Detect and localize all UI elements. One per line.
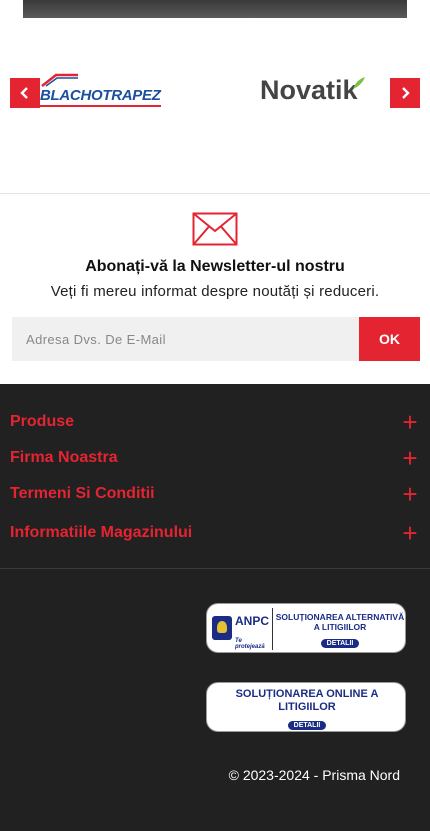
chevron-left-icon bbox=[20, 87, 28, 99]
sal-details-button[interactable]: DETALII bbox=[320, 639, 360, 648]
plus-icon[interactable]: + bbox=[400, 445, 420, 471]
banner-image bbox=[23, 0, 407, 18]
newsletter-title: Abonați-vă la Newsletter-ul nostru bbox=[85, 258, 345, 275]
email-input[interactable] bbox=[12, 317, 359, 361]
brand-label: Novatik bbox=[260, 74, 358, 105]
carousel-next-button[interactable] bbox=[390, 78, 420, 108]
anpc-tagline: Te protejează bbox=[235, 638, 265, 650]
newsletter-section: Abonați-vă la Newsletter-ul nostru Veți … bbox=[0, 194, 430, 384]
footer-section-informatii[interactable]: Informatiile Magazinului + bbox=[10, 520, 420, 546]
plus-icon[interactable]: + bbox=[400, 520, 420, 546]
footer-section-label: Produse bbox=[10, 413, 75, 430]
footer-section-firma[interactable]: Firma Noastra + bbox=[10, 445, 420, 471]
footer: Produse + Firma Noastra + Termeni Si Con… bbox=[0, 384, 430, 831]
brand-logo-blachotrapez[interactable]: BLACHOTRAPEZ bbox=[40, 70, 185, 110]
anpc-org-label: ANPC bbox=[235, 614, 270, 628]
envelope-icon bbox=[192, 212, 238, 246]
sol-title: SOLUȚIONAREA ONLINE A LITIGIILOR bbox=[235, 688, 379, 713]
plus-icon[interactable]: + bbox=[400, 409, 420, 435]
anpc-logo: ANPC Te protejează bbox=[210, 608, 273, 650]
brand-logo-novatik[interactable]: Novatik bbox=[260, 70, 380, 110]
leaf-icon bbox=[352, 77, 365, 89]
anpc-sal-badge[interactable]: ANPC Te protejează SOLUȚIONAREA ALTERNAT… bbox=[206, 603, 406, 653]
footer-section-termeni[interactable]: Termeni Si Conditii + bbox=[10, 481, 420, 507]
brand-carousel: BLACHOTRAPEZ Novatik bbox=[0, 60, 430, 120]
sal-title: SOLUȚIONAREA ALTERNATIVĂ A LITIGIILOR bbox=[275, 612, 405, 632]
footer-section-label: Termeni Si Conditii bbox=[10, 485, 155, 502]
footer-divider bbox=[0, 568, 430, 569]
plus-icon[interactable]: + bbox=[400, 481, 420, 507]
newsletter-subtitle: Veți fi mereu informat despre noutăți și… bbox=[50, 283, 380, 300]
subscribe-button[interactable]: OK bbox=[359, 317, 420, 361]
anpc-seal-icon bbox=[212, 616, 232, 640]
anpc-sol-badge[interactable]: SOLUȚIONAREA ONLINE A LITIGIILOR DETALII bbox=[206, 682, 406, 732]
copyright-text: © 2023-2024 - Prisma Nord bbox=[228, 767, 400, 783]
footer-section-label: Firma Noastra bbox=[10, 449, 118, 466]
brand-label: BLACHOTRAPEZ bbox=[40, 87, 161, 107]
footer-section-label: Informatiile Magazinului bbox=[10, 524, 193, 541]
carousel-prev-button[interactable] bbox=[10, 78, 40, 108]
footer-section-produse[interactable]: Produse + bbox=[10, 409, 420, 435]
chevron-right-icon bbox=[402, 87, 410, 99]
brand-underline bbox=[40, 104, 161, 107]
sol-details-button[interactable]: DETALII bbox=[287, 721, 327, 730]
